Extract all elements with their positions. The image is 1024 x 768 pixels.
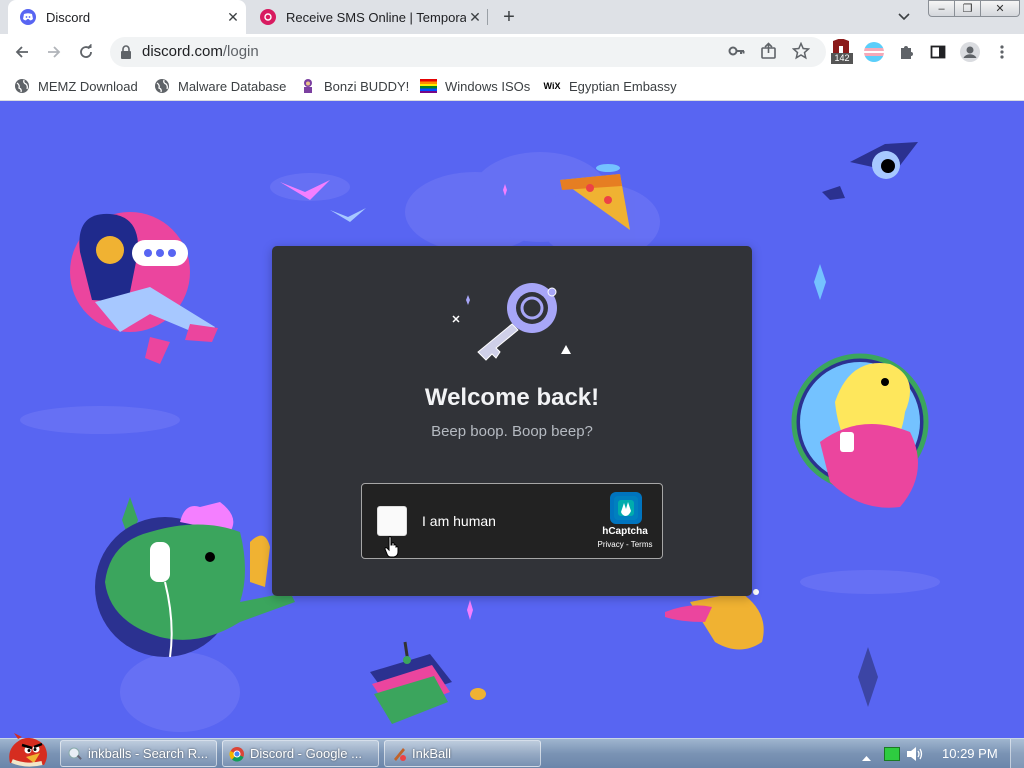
- captcha-checkbox[interactable]: [377, 506, 407, 536]
- side-panel-icon[interactable]: [928, 42, 948, 62]
- bookmark-label: MEMZ Download: [38, 78, 138, 94]
- bookmark-label: Windows ISOs: [445, 78, 531, 94]
- url-host: discord.com: [142, 43, 223, 60]
- network-icon[interactable]: [884, 747, 900, 761]
- taskbar-item-inkball[interactable]: InkBall: [384, 740, 541, 767]
- rainbow-flag-icon: [420, 79, 437, 93]
- profile-avatar-icon[interactable]: [960, 42, 980, 62]
- close-tab-icon[interactable]: ✕: [224, 8, 242, 26]
- lock-icon[interactable]: [120, 45, 132, 59]
- show-desktop-button[interactable]: [1010, 739, 1024, 768]
- bookmark-label: Egyptian Embassy: [569, 78, 677, 94]
- hcaptcha-logo-icon: [610, 492, 642, 524]
- reload-icon[interactable]: [76, 42, 96, 62]
- hcaptcha-links: Privacy - Terms: [582, 540, 668, 549]
- wix-icon: WiX: [543, 81, 561, 91]
- hcaptcha-privacy-link[interactable]: Privacy: [598, 540, 624, 549]
- illustration-sandwich: [370, 641, 486, 724]
- tab-title: Receive SMS Online | Tempora: [286, 9, 466, 25]
- hcaptcha-links-separator: -: [625, 540, 629, 549]
- login-title: Welcome back!: [424, 384, 600, 411]
- url-path: /login: [222, 43, 259, 60]
- discord-login-page: Welcome back! Beep boop. Boop beep? I am…: [0, 102, 1024, 738]
- taskbar-clock[interactable]: 10:29 PM: [942, 746, 998, 761]
- discord-icon: [20, 9, 36, 25]
- taskbar-item-label: InkBall: [412, 746, 452, 761]
- close-tab-icon[interactable]: ✕: [466, 8, 484, 26]
- extension-ublock-icon[interactable]: 142: [831, 38, 853, 67]
- illustration-girl-with-phone: [70, 212, 218, 364]
- chevron-down-icon[interactable]: [894, 7, 914, 27]
- taskbar-item-label: Discord - Google ...: [250, 746, 362, 761]
- illustration-flying-eye: [822, 142, 918, 200]
- tab-title: Discord: [46, 9, 91, 25]
- new-tab-button[interactable]: +: [498, 6, 520, 28]
- hcaptcha-widget: I am human hCaptcha Privacy - Terms: [361, 483, 663, 559]
- key-icon[interactable]: [728, 42, 746, 65]
- illustration-yellow-creature: [791, 353, 929, 508]
- volume-icon[interactable]: [906, 746, 924, 767]
- taskbar-item-search[interactable]: inkballs - Search R...: [60, 740, 217, 767]
- bookmark-malware-database[interactable]: Malware Database: [154, 76, 286, 96]
- bookmark-star-icon[interactable]: [791, 41, 811, 65]
- tab-separator: [487, 9, 488, 25]
- chrome-icon: [229, 746, 244, 762]
- windows-taskbar: inkballs - Search R... Discord - Google …: [0, 738, 1024, 768]
- share-icon[interactable]: [760, 42, 778, 65]
- extensions-puzzle-icon[interactable]: [896, 42, 916, 62]
- window-maximize-button[interactable]: ❐: [954, 0, 981, 17]
- taskbar-item-label: inkballs - Search R...: [88, 746, 208, 761]
- bookmark-memz[interactable]: MEMZ Download: [14, 76, 138, 96]
- address-bar[interactable]: discord.com/login: [110, 37, 826, 67]
- bookmarks-bar: MEMZ Download Malware Database Bonzi BUD…: [0, 70, 1024, 101]
- extension-badge: 142: [831, 53, 853, 64]
- url-text: discord.com/login: [142, 43, 259, 60]
- tray-expand-icon[interactable]: [862, 749, 871, 767]
- hcaptcha-terms-link[interactable]: Terms: [631, 540, 653, 549]
- tab-discord[interactable]: Discord ✕: [8, 0, 246, 34]
- tab-receive-sms[interactable]: Receive SMS Online | Tempora ✕: [252, 0, 488, 34]
- back-icon[interactable]: [12, 42, 32, 62]
- search-icon: [68, 747, 82, 760]
- captcha-label: I am human: [422, 513, 496, 529]
- bonzi-icon: [300, 78, 316, 94]
- taskbar-item-chrome[interactable]: Discord - Google ...: [222, 740, 379, 767]
- start-button-angry-bird-icon[interactable]: [4, 733, 52, 768]
- illustration-horn: [665, 589, 764, 650]
- window-minimize-button[interactable]: ‒: [928, 0, 955, 17]
- key-illustration-icon: [452, 283, 571, 361]
- bookmark-windows-isos[interactable]: Windows ISOs: [420, 76, 530, 96]
- bookmark-bonzi-buddy[interactable]: Bonzi BUDDY!: [300, 76, 409, 96]
- browser-tab-strip: Discord ✕ Receive SMS Online | Tempora ✕…: [0, 0, 1024, 34]
- window-close-button[interactable]: ✕: [980, 0, 1020, 17]
- bookmark-label: Malware Database: [178, 78, 287, 94]
- login-card: Welcome back! Beep boop. Boop beep? I am…: [272, 246, 752, 596]
- globe-icon: [154, 78, 170, 94]
- bookmark-egyptian-embassy[interactable]: WiX Egyptian Embassy: [543, 76, 677, 96]
- globe-icon: [14, 78, 30, 94]
- login-subtitle: Beep boop. Boop beep?: [431, 423, 593, 440]
- hand-cursor-icon: [384, 536, 399, 558]
- inkball-icon: [394, 747, 406, 761]
- menu-kebab-icon[interactable]: [992, 42, 1012, 62]
- forward-icon[interactable]: [44, 42, 64, 62]
- sms-site-icon: [260, 9, 276, 25]
- browser-toolbar: discord.com/login 142: [0, 34, 1024, 70]
- hcaptcha-brand: hCaptcha: [602, 526, 648, 537]
- extension-flag-icon[interactable]: [864, 42, 884, 62]
- bookmark-label: Bonzi BUDDY!: [324, 78, 410, 94]
